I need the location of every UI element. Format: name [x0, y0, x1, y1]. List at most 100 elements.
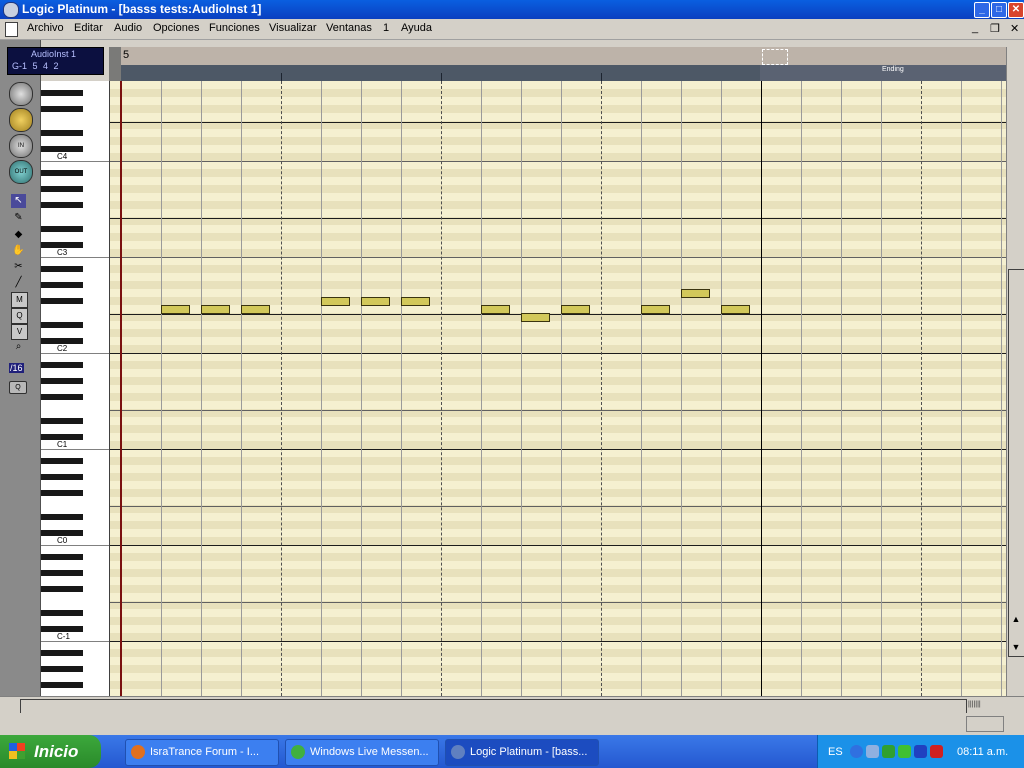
tray-arrow-icon[interactable] [850, 745, 863, 758]
black-key[interactable] [41, 570, 83, 576]
taskbar-button-isratrance[interactable]: IsraTrance Forum - I... [125, 739, 279, 766]
midi-note[interactable] [641, 305, 670, 314]
octave-label-c0: C0 [57, 536, 68, 545]
menu-ayuda[interactable]: Ayuda [401, 22, 432, 34]
menu-1[interactable]: 1 [383, 22, 389, 34]
black-key[interactable] [41, 266, 83, 272]
vertical-scrollbar[interactable]: ▲ ▼ [1006, 47, 1024, 696]
menu-opciones[interactable]: Opciones [153, 22, 199, 34]
eraser-icon[interactable]: ◆ [11, 228, 26, 242]
black-key[interactable] [41, 298, 83, 304]
black-key[interactable] [41, 378, 83, 384]
mute-icon[interactable]: M [11, 292, 28, 308]
midi-out-button[interactable]: OUT [9, 160, 33, 184]
black-key[interactable] [41, 418, 83, 424]
menu-visualizar[interactable]: Visualizar [269, 22, 317, 34]
pencil-icon[interactable]: ✎ [11, 211, 26, 225]
minimize-button[interactable]: _ [974, 2, 990, 18]
midi-note[interactable] [561, 305, 590, 314]
messenger-tray-icon[interactable] [882, 745, 895, 758]
black-key[interactable] [41, 474, 83, 480]
midi-note[interactable] [241, 305, 270, 314]
midi-note[interactable] [521, 313, 550, 322]
pointer-icon[interactable]: ↖ [11, 194, 26, 208]
taskbar-button-logic[interactable]: Logic Platinum - [bass... [445, 739, 599, 766]
black-key[interactable] [41, 130, 83, 136]
menu-funciones[interactable]: Funciones [209, 22, 260, 34]
black-key[interactable] [41, 322, 83, 328]
gear-icon[interactable] [898, 745, 911, 758]
language-indicator[interactable]: ES [828, 746, 843, 758]
ruler-tick [441, 73, 442, 81]
start-button[interactable]: Inicio [0, 735, 101, 768]
midi-note[interactable] [361, 297, 390, 306]
horizontal-scroll-thumb[interactable] [20, 699, 967, 714]
vertical-scroll-thumb[interactable] [1008, 269, 1024, 657]
black-key[interactable] [41, 202, 83, 208]
menu-editar[interactable]: Editar [74, 22, 103, 34]
doc-close-button[interactable]: ✕ [1010, 22, 1019, 35]
midi-note[interactable] [321, 297, 350, 306]
user-icon[interactable] [866, 745, 879, 758]
black-key[interactable] [41, 226, 83, 232]
playhead[interactable] [120, 81, 122, 696]
black-key[interactable] [41, 666, 83, 672]
black-key[interactable] [41, 394, 83, 400]
midi-note[interactable] [161, 305, 190, 314]
midi-note[interactable] [721, 305, 750, 314]
black-key[interactable] [41, 282, 83, 288]
black-key[interactable] [41, 458, 83, 464]
quantize-button[interactable]: Q [9, 381, 27, 394]
horizontal-scrollbar[interactable]: ||||||| [0, 696, 1024, 714]
black-key[interactable] [41, 90, 83, 96]
black-key[interactable] [41, 170, 83, 176]
black-key[interactable] [41, 586, 83, 592]
glue-icon[interactable]: ╱ [11, 276, 26, 290]
beat-line [881, 81, 882, 696]
taskbar-button-messenger[interactable]: Windows Live Messen... [285, 739, 439, 766]
key-divider [41, 641, 109, 642]
black-key[interactable] [41, 650, 83, 656]
black-key[interactable] [41, 554, 83, 560]
menu-archivo[interactable]: Archivo [27, 22, 64, 34]
black-key[interactable] [41, 106, 83, 112]
maximize-button[interactable]: □ [991, 2, 1007, 18]
scissors-icon[interactable]: ✂ [11, 260, 26, 274]
bar-ruler[interactable]: 5 Ending [109, 47, 1007, 82]
midi-note[interactable] [481, 305, 510, 314]
velocity-icon[interactable]: V [11, 324, 28, 340]
scroll-grip[interactable]: ||||||| [968, 701, 1000, 710]
menu-ventanas[interactable]: Ventanas [326, 22, 372, 34]
black-key[interactable] [41, 490, 83, 496]
catch-icon[interactable] [9, 108, 33, 132]
midi-in-button[interactable]: IN [9, 134, 33, 158]
piano-roll-grid[interactable] [110, 81, 1006, 696]
document-icon[interactable] [5, 22, 18, 37]
logic-app-icon[interactable] [3, 2, 19, 18]
track-pitch: G-1 5 4 2 [12, 61, 59, 71]
doc-restore-button[interactable]: ❐ [990, 22, 1000, 35]
scroll-up-arrow[interactable]: ▲ [1009, 613, 1023, 625]
antivirus-icon[interactable] [930, 745, 943, 758]
walk-icon[interactable] [9, 82, 33, 106]
menu-audio[interactable]: Audio [114, 22, 142, 34]
black-key[interactable] [41, 682, 83, 688]
magnifier-icon[interactable]: Q [11, 308, 28, 324]
quantize-display[interactable]: /16 [9, 363, 24, 373]
midi-note[interactable] [681, 289, 710, 298]
scroll-down-arrow[interactable]: ▼ [1009, 641, 1023, 653]
hand-icon[interactable]: ✋ [11, 244, 26, 258]
black-key[interactable] [41, 514, 83, 520]
black-key[interactable] [41, 362, 83, 368]
black-key[interactable] [41, 186, 83, 192]
zoom-icon[interactable]: ⌕ [11, 340, 26, 354]
monitor-icon[interactable] [914, 745, 927, 758]
doc-minimize-button[interactable]: _ [972, 22, 978, 34]
midi-note[interactable] [401, 297, 430, 306]
ruler-end-label: Ending [882, 66, 904, 73]
loop-marker[interactable] [762, 49, 788, 65]
piano-keyboard[interactable]: C4 C3 C2 C1 C0 C-1 [41, 81, 110, 696]
close-button[interactable]: ✕ [1008, 2, 1024, 18]
midi-note[interactable] [201, 305, 230, 314]
black-key[interactable] [41, 610, 83, 616]
